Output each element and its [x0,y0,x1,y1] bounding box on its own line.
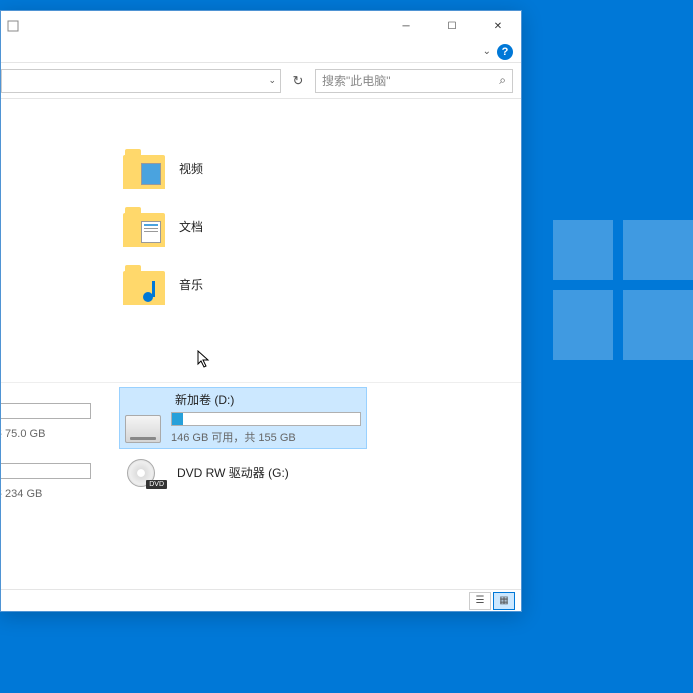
folder-item-music[interactable]: 音乐 [121,261,205,307]
drive-d-usage-bar [171,412,361,426]
refresh-button[interactable]: ↻ [287,69,309,93]
status-bar: ☰ ▦ [1,589,521,611]
window-controls: ─ ☐ ✕ [383,11,521,41]
drive-g-title: DVD RW 驱动器 (G:) [177,464,289,481]
ribbon-expand-icon[interactable]: ⌄ [483,46,491,57]
search-placeholder: 搜索"此电脑" [322,72,391,89]
help-icon[interactable]: ? [497,44,513,60]
search-icon[interactable]: ⌕ [499,73,506,88]
titlebar-left [1,20,19,32]
folder-label: 音乐 [179,276,203,293]
maximize-button[interactable]: ☐ [429,11,475,41]
drive-item-d[interactable]: 新加卷 (D:) 146 GB 可用，共 155 GB [119,387,367,449]
address-bar[interactable]: ⌄ [1,69,281,93]
videos-folder-icon [123,147,165,189]
dvd-badge: DVD [146,480,167,489]
content-area: 视频 文档 音乐 共 75.0 GB [1,99,521,589]
desktop-windows-logo [553,220,693,360]
folder-label: 文档 [179,218,203,235]
view-large-icons-button[interactable]: ▦ [493,592,515,610]
folder-item-documents[interactable]: 文档 [121,203,205,249]
view-details-button[interactable]: ☰ [469,592,491,610]
file-explorer-window: ─ ☐ ✕ ⌄ ? ⌄ ↻ 搜索"此电脑" ⌕ 视频 [0,10,522,612]
close-button[interactable]: ✕ [475,11,521,41]
address-bar-row: ⌄ ↻ 搜索"此电脑" ⌕ [1,63,521,99]
ribbon-collapsed-bar: ⌄ ? [1,41,521,63]
search-box[interactable]: 搜索"此电脑" ⌕ [315,69,513,93]
address-dropdown-icon[interactable]: ⌄ [268,75,276,86]
partial-drive-text-2: 共 234 GB [1,485,42,501]
drive-d-title: 新加卷 (D:) [125,391,361,408]
drive-d-usage-text: 146 GB 可用，共 155 GB [171,429,361,445]
partial-drive-text-1: 共 75.0 GB [1,425,45,441]
partial-usage-bar-2 [1,463,91,479]
qat-icon [7,20,19,32]
dvd-drive-icon: DVD [127,459,167,489]
hdd-icon [125,415,161,443]
partial-usage-bar-1 [1,403,91,419]
music-folder-icon [123,263,165,305]
folder-label: 视频 [179,160,203,177]
music-note-icon [141,279,163,303]
titlebar[interactable]: ─ ☐ ✕ [1,11,521,41]
drive-item-g[interactable]: DVD DVD RW 驱动器 (G:) [121,455,369,493]
folder-item-videos[interactable]: 视频 [121,145,205,191]
drive-d-usage-fill [172,413,183,425]
minimize-button[interactable]: ─ [383,11,429,41]
documents-folder-icon [123,205,165,247]
